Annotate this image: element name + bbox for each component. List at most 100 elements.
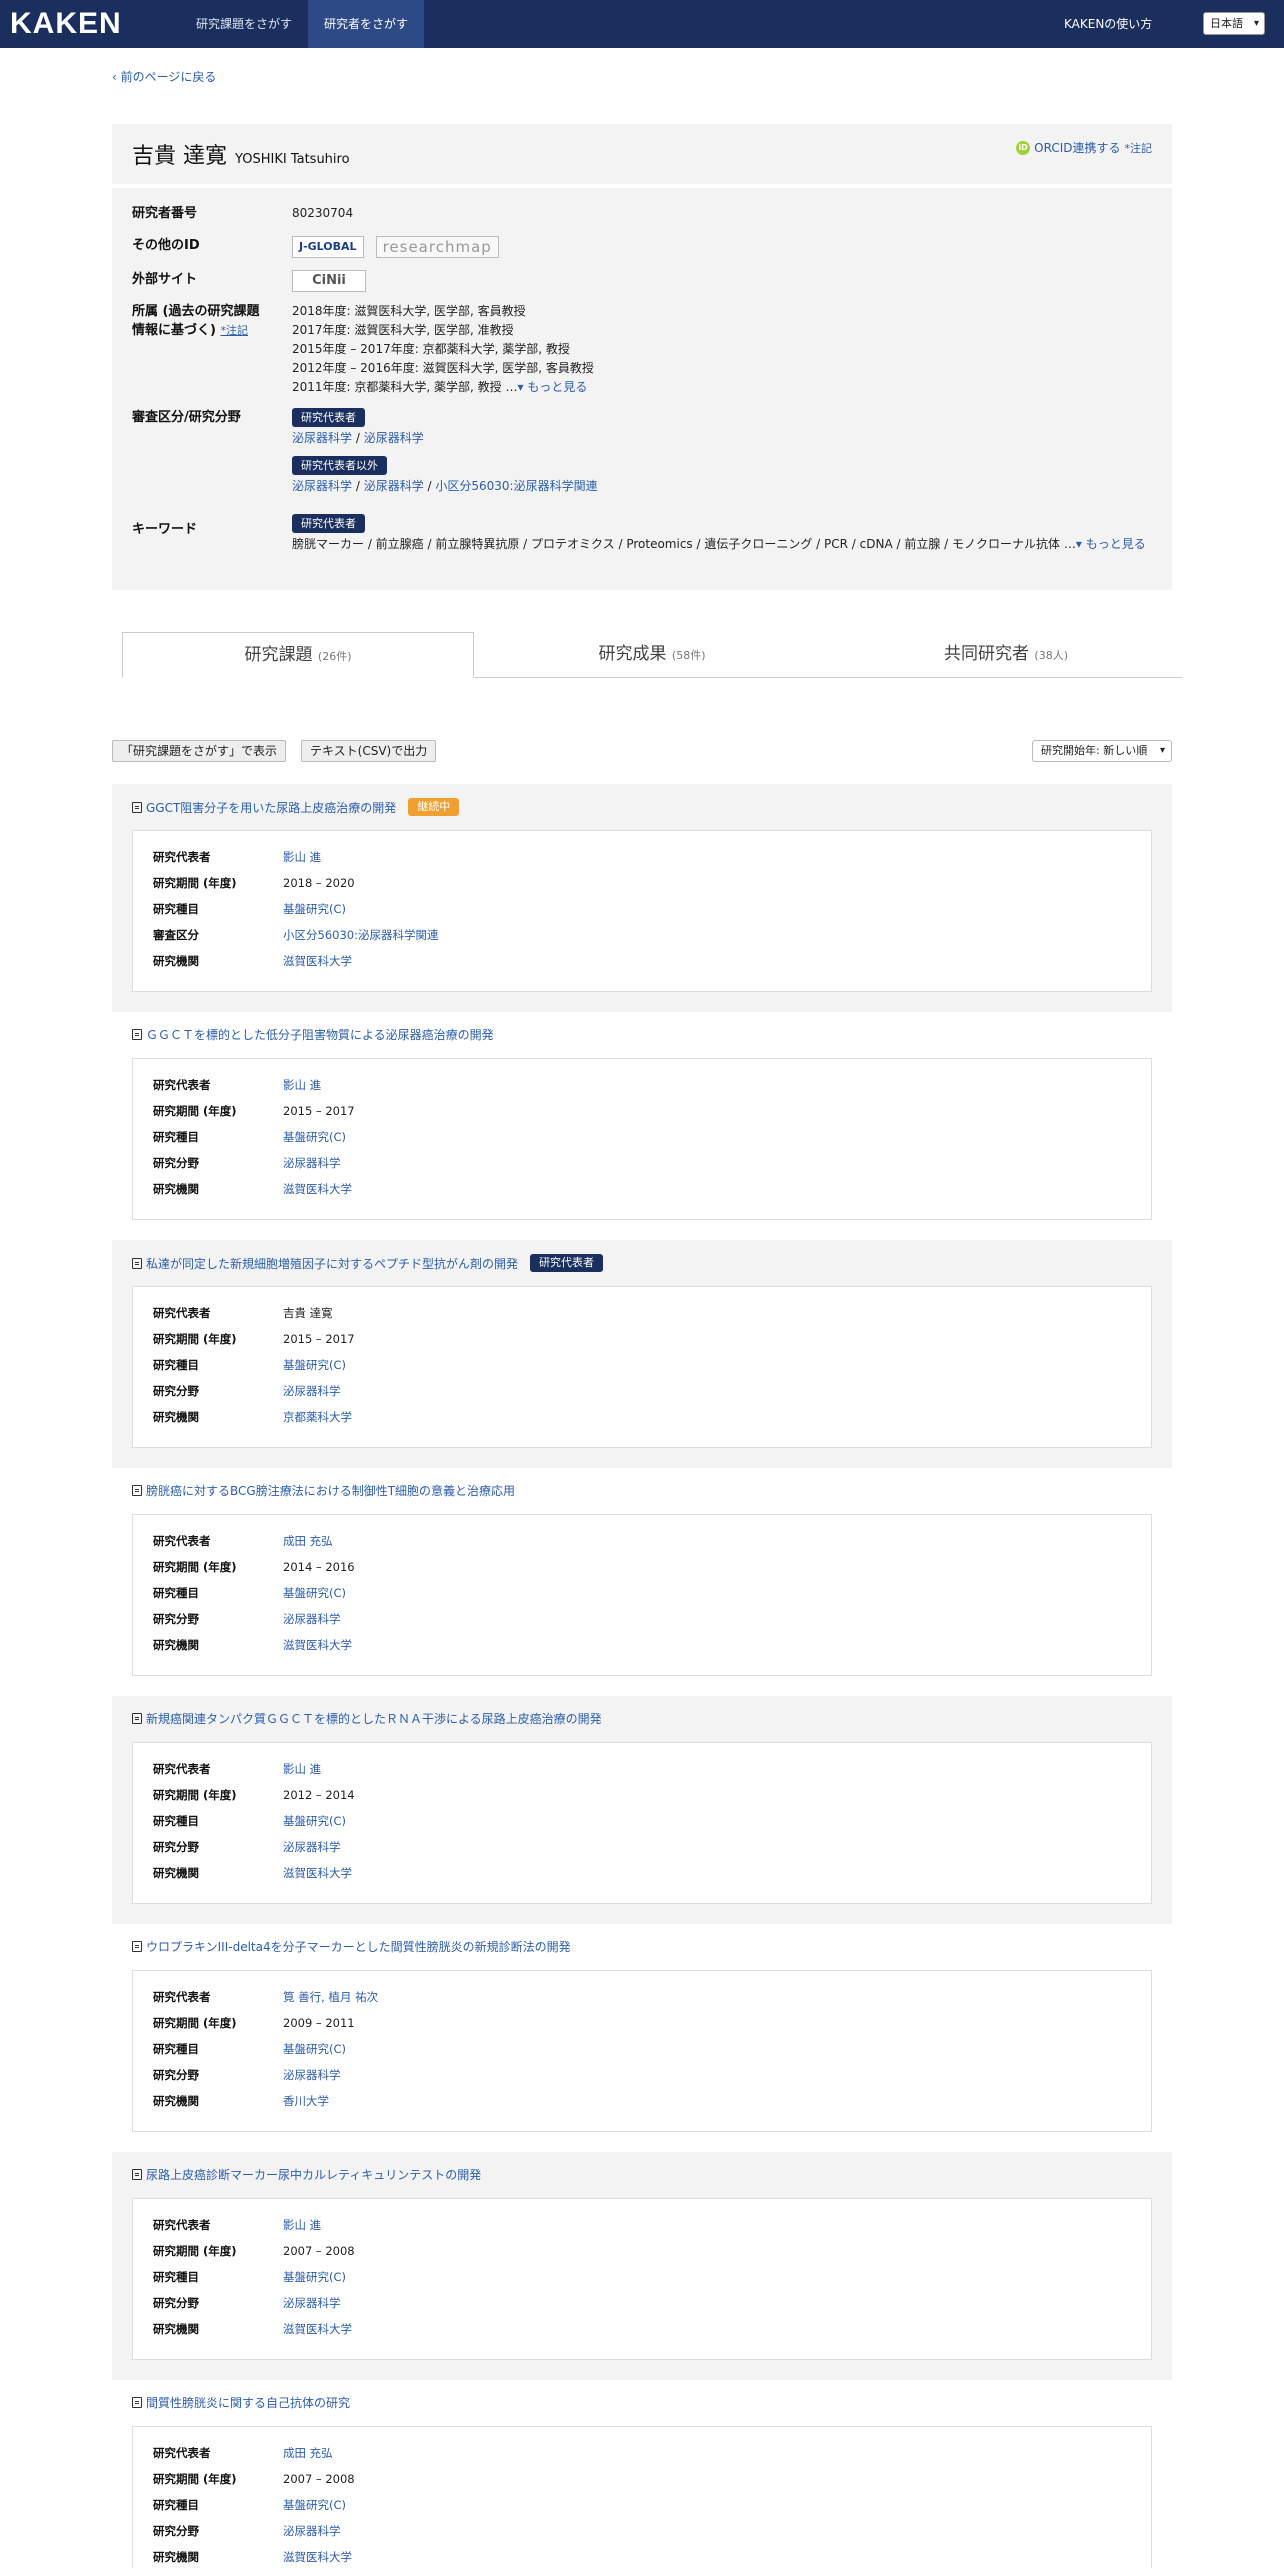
project-detail-label: 研究期間 (年度) bbox=[153, 2016, 237, 2030]
project-detail-value[interactable]: 泌尿器科学 bbox=[283, 1378, 341, 1404]
project-detail-value[interactable]: 泌尿器科学 bbox=[283, 1834, 341, 1860]
affiliation-more-link[interactable]: ▾ もっと見る bbox=[517, 380, 587, 394]
project-detail-value[interactable]: 基盤研究(C) bbox=[283, 1580, 346, 1606]
export-csv-button[interactable]: テキスト(CSV)で出力 bbox=[301, 740, 437, 762]
project-detail-value[interactable]: 基盤研究(C) bbox=[283, 1808, 346, 1834]
project-detail-row: 研究種目 基盤研究(C) bbox=[153, 2492, 1133, 2518]
project-title-link[interactable]: 私達が同定した新規細胞増殖因子に対するペプチド型抗がん剤の開発 bbox=[146, 1255, 518, 1272]
project-detail-value[interactable]: 成田 充弘 bbox=[283, 2440, 333, 2466]
field-values: 研究代表者 泌尿器科学 / 泌尿器科学 研究代表者以外 泌尿器科学 / 泌尿器科… bbox=[292, 408, 1152, 496]
project-detail-label: 研究分野 bbox=[153, 2068, 199, 2082]
project-detail-value[interactable]: 泌尿器科学 bbox=[283, 1606, 341, 1632]
project-details: 研究代表者 吉貴 達寛 研究期間 (年度) 2015 – 2017 研究種目 基盤研究(C… bbox=[132, 1286, 1152, 1448]
project-detail-value[interactable]: 影山 進 bbox=[283, 2212, 321, 2238]
field-link[interactable]: 泌尿器科学 bbox=[364, 431, 424, 445]
researcher-number-value: 80230704 bbox=[292, 206, 354, 220]
affiliation-item: 2011年度: 京都薬科大学, 薬学部, 教授 … bbox=[292, 380, 518, 394]
project-detail-value[interactable]: 香川大学 bbox=[283, 2088, 329, 2114]
project-detail-row: 研究種目 基盤研究(C) bbox=[153, 1580, 1133, 1606]
project-card: 尿路上皮癌診断マーカー尿中カルレティキュリンテストの開発研究代表者 影山 進研究期… bbox=[112, 2152, 1172, 2380]
project-detail-label: 研究分野 bbox=[153, 1612, 199, 1626]
jglobal-link[interactable]: J-GLOBAL bbox=[292, 236, 364, 258]
project-detail-row: 研究分野 泌尿器科学 bbox=[153, 1150, 1133, 1176]
cinii-link[interactable]: CiNii bbox=[292, 270, 366, 292]
project-detail-value[interactable]: 基盤研究(C) bbox=[283, 1352, 346, 1378]
project-detail-value[interactable]: 滋賀医科大学 bbox=[283, 948, 352, 974]
tab-projects[interactable]: 研究課題 (26件) bbox=[122, 632, 474, 678]
field-link[interactable]: 泌尿器科学 bbox=[292, 431, 352, 445]
project-detail-value[interactable]: 滋賀医科大学 bbox=[283, 2316, 352, 2342]
project-title-link[interactable]: 尿路上皮癌診断マーカー尿中カルレティキュリンテストの開発 bbox=[146, 2166, 481, 2183]
project-detail-value[interactable]: 滋賀医科大学 bbox=[283, 2544, 352, 2568]
project-detail-value[interactable]: 泌尿器科学 bbox=[283, 2062, 341, 2088]
project-detail-label: 研究期間 (年度) bbox=[153, 2472, 237, 2486]
project-detail-value[interactable]: 筧 善行, 植月 祐次 bbox=[283, 1984, 378, 2010]
project-detail-value[interactable]: 基盤研究(C) bbox=[283, 2264, 346, 2290]
field-link[interactable]: 泌尿器科学 bbox=[292, 479, 352, 493]
tab-coresearchers[interactable]: 共同研究者 (38人) bbox=[830, 632, 1182, 678]
project-detail-value[interactable]: 成田 充弘 bbox=[283, 1528, 333, 1554]
other-id-links: J-GLOBAL researchmap bbox=[292, 236, 1152, 258]
project-title-row: 間質性膀胱炎に関する自己抗体の研究 bbox=[132, 2394, 350, 2411]
project-detail-row: 研究分野 泌尿器科学 bbox=[153, 2290, 1133, 2316]
project-detail-value[interactable]: 基盤研究(C) bbox=[283, 1124, 346, 1150]
field-link[interactable]: 泌尿器科学 bbox=[364, 479, 424, 493]
project-detail-label: 研究機関 bbox=[153, 1182, 199, 1196]
project-title-link[interactable]: 膀胱癌に対するBCG膀注療法における制御性T細胞の意義と治療応用 bbox=[146, 1482, 515, 1499]
project-detail-label: 研究種目 bbox=[153, 1130, 199, 1144]
project-details: 研究代表者 影山 進研究期間 (年度) 2018 – 2020 研究種目 基盤研究(C)… bbox=[132, 830, 1152, 992]
project-detail-value[interactable]: 小区分56030:泌尿器科学関連 bbox=[283, 922, 438, 948]
back-link[interactable]: ‹ 前のページに戻る bbox=[112, 68, 216, 85]
orcid-link-label[interactable]: ORCID連携する bbox=[1034, 139, 1120, 156]
project-card: GGCT阻害分子を用いた尿路上皮癌治療の開発 継続中 研究代表者 影山 進研究期間 (… bbox=[112, 784, 1172, 1012]
field-link[interactable]: 小区分56030:泌尿器科学関連 bbox=[435, 479, 597, 493]
project-detail-value[interactable]: 影山 進 bbox=[283, 1072, 321, 1098]
nav-help-link[interactable]: KAKENの使い方 bbox=[1064, 0, 1152, 48]
affiliation-note-link[interactable]: *注記 bbox=[220, 324, 248, 337]
project-detail-label: 研究機関 bbox=[153, 1410, 199, 1424]
sort-select[interactable]: 研究開始年: 新しい順 ▾ bbox=[1032, 740, 1172, 762]
project-title-link[interactable]: 新規癌関連タンパク質ＧＧＣＴを標的としたＲＮＡ干渉による尿路上皮癌治療の開発 bbox=[146, 1710, 602, 1727]
researchmap-link[interactable]: researchmap bbox=[375, 236, 499, 258]
affiliation-label-line1: 所属 (過去の研究課題 bbox=[132, 304, 260, 319]
document-icon bbox=[132, 2169, 142, 2180]
affiliation-label: 所属 (過去の研究課題 情報に基づく) *注記 bbox=[132, 302, 282, 340]
nav-tab-search-researchers[interactable]: 研究者をさがす bbox=[308, 0, 425, 48]
keyword-values: 研究代表者 膀胱マーカー / 前立腺癌 / 前立腺特異抗原 / プロテオミクス … bbox=[292, 514, 1152, 554]
project-detail-value[interactable]: 基盤研究(C) bbox=[283, 896, 346, 922]
project-title-link[interactable]: ウロプラキンIII-delta4を分子マーカーとした間質性膀胱炎の新規診断法の開… bbox=[146, 1938, 571, 1955]
orcid-note-link[interactable]: *注記 bbox=[1125, 140, 1153, 156]
project-detail-value[interactable]: 滋賀医科大学 bbox=[283, 1176, 352, 1202]
project-detail-label: 研究種目 bbox=[153, 2498, 199, 2512]
project-title-link[interactable]: GGCT阻害分子を用いた尿路上皮癌治療の開発 bbox=[146, 799, 396, 816]
project-detail-row: 研究機関 滋賀医科大学 bbox=[153, 1860, 1133, 1886]
kaken-logo[interactable]: KAKEN bbox=[10, 7, 180, 41]
project-detail-value[interactable]: 基盤研究(C) bbox=[283, 2492, 346, 2518]
project-details: 研究代表者 影山 進研究期間 (年度) 2007 – 2008 研究種目 基盤研究(C)… bbox=[132, 2198, 1152, 2360]
project-status-badge: 継続中 bbox=[408, 798, 460, 816]
project-details: 研究代表者 成田 充弘 研究期間 (年度) 2007 – 2008 研究種目 基盤研究(C… bbox=[132, 2426, 1152, 2568]
project-detail-label: 研究種目 bbox=[153, 902, 199, 916]
tab-outputs[interactable]: 研究成果 (58件) bbox=[476, 632, 828, 678]
project-detail-row: 研究分野 泌尿器科学 bbox=[153, 1378, 1133, 1404]
orcid-link[interactable]: iD ORCID連携する *注記 bbox=[1016, 139, 1152, 156]
project-detail-value[interactable]: 影山 進 bbox=[283, 1756, 321, 1782]
project-detail-value[interactable]: 基盤研究(C) bbox=[283, 2036, 346, 2062]
affiliation-item: 2017年度: 滋賀医科大学, 医学部, 准教授 bbox=[292, 323, 514, 337]
project-title-link[interactable]: ＧＧＣＴを標的とした低分子阻害物質による泌尿器癌治療の開発 bbox=[146, 1026, 494, 1043]
project-title-link[interactable]: 間質性膀胱炎に関する自己抗体の研究 bbox=[146, 2394, 350, 2411]
project-detail-value[interactable]: 滋賀医科大学 bbox=[283, 1860, 352, 1886]
keyword-more-link[interactable]: ▾ もっと見る bbox=[1076, 537, 1146, 551]
nav-tab-search-projects[interactable]: 研究課題をさがす bbox=[180, 0, 308, 48]
project-title-row: 膀胱癌に対するBCG膀注療法における制御性T細胞の意義と治療応用 bbox=[132, 1482, 515, 1499]
project-detail-row: 研究代表者 影山 進 bbox=[153, 2212, 1133, 2238]
project-detail-value[interactable]: 京都薬科大学 bbox=[283, 1404, 352, 1430]
project-detail-row: 研究期間 (年度) 2015 – 2017 bbox=[153, 1326, 1133, 1352]
project-detail-value[interactable]: 泌尿器科学 bbox=[283, 2518, 341, 2544]
project-detail-value[interactable]: 影山 進 bbox=[283, 844, 321, 870]
language-select[interactable]: 日本語 ▾ bbox=[1203, 12, 1265, 35]
show-in-search-button[interactable]: 「研究課題をさがす」で表示 bbox=[112, 740, 287, 762]
project-detail-value[interactable]: 滋賀医科大学 bbox=[283, 1632, 352, 1658]
project-detail-value[interactable]: 泌尿器科学 bbox=[283, 1150, 341, 1176]
project-detail-value[interactable]: 泌尿器科学 bbox=[283, 2290, 341, 2316]
